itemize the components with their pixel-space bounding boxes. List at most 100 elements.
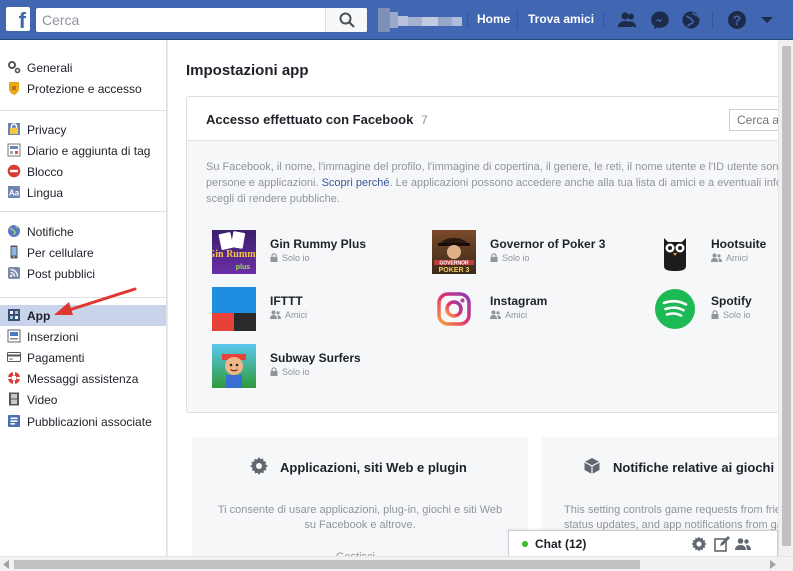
messenger-icon[interactable] [650,10,670,30]
horizontal-scroll-thumb[interactable] [14,560,640,569]
vertical-scrollbar[interactable] [778,40,793,556]
sidebar-item-pubblicazioni-associate[interactable]: Pubblicazioni associate [0,411,166,432]
search-input[interactable] [36,8,326,32]
top-bar: f Home Trova amici [0,0,793,40]
gear-icon [250,457,268,475]
privacy-label: Solo io [282,253,310,263]
find-friends-link[interactable]: Trova amici [528,12,594,26]
app-item-spotify[interactable]: Spotify Solo io [653,287,785,333]
scroll-right-arrow-icon[interactable] [768,560,776,569]
ads-icon [7,329,21,343]
app-item-subway-surfers[interactable]: Subway Surfers Solo io [212,344,432,390]
linked-icon [8,415,20,427]
description-line: su Facebook e altrove. [304,519,416,531]
privacy-label: Solo io [723,310,751,320]
friends-icon [490,310,501,319]
learn-why-link[interactable]: Scopri perché [322,177,390,189]
lock-icon [490,253,498,262]
privacy-label: Solo io [282,367,310,377]
film-icon [9,392,19,406]
app-privacy: Solo io [711,310,751,320]
panel-description: This setting controls game requests from… [564,503,793,533]
app-name: IFTTT [270,294,303,308]
sidebar-item-post-pubblici[interactable]: Post pubblici [0,263,166,284]
vertical-scroll-thumb[interactable] [782,46,791,546]
sidebar-item-cellulare[interactable]: Per cellulare [0,242,166,263]
lifebuoy-icon [8,372,20,384]
app-item-hootsuite[interactable]: Hootsuite Amici [653,230,785,276]
sidebar-item-notifiche[interactable]: Notifiche [0,221,166,242]
sidebar-item-lingua[interactable]: Aa Lingua [0,182,166,203]
page-title: Impostazioni app [186,62,309,79]
friends-icon [270,310,281,319]
profile-avatar-blurred[interactable] [378,8,462,32]
help-icon[interactable]: ? [727,10,747,30]
search-icon [339,12,355,28]
privacy-label: Amici [285,310,307,320]
block-icon [7,164,21,178]
sidebar-item-inserzioni[interactable]: Inserzioni [0,326,166,347]
sidebar-item-label: Privacy [27,123,67,137]
svg-text:POKER 3: POKER 3 [439,267,470,274]
facebook-login-apps-card: Accesso effettuato con Facebook 7 Su Fac… [186,96,786,413]
app-name: Governor of Poker 3 [490,237,606,251]
app-name: Spotify [711,294,752,308]
home-link[interactable]: Home [477,12,510,26]
sidebar-item-video[interactable]: Video [0,389,166,410]
description-line: Su Facebook, il nome, l'immagine del pro… [206,161,781,173]
sidebar-item-label: Messaggi assistenza [27,372,139,386]
description-line: scegli di rendere pubbliche. [206,193,340,205]
lock-icon [8,123,20,135]
svg-text:Aa: Aa [9,189,20,198]
app-item-instagram[interactable]: Instagram Amici [432,287,652,333]
sidebar-item-pagamenti[interactable]: Pagamenti [0,347,166,368]
sidebar-item-label: Blocco [27,165,64,179]
svg-text:GOVERNOR: GOVERNOR [439,261,469,267]
panel-description: Ti consente di usare applicazioni, plug-… [192,503,528,533]
facebook-logo-icon[interactable]: f [6,7,30,31]
app-item-governor-of-poker-3[interactable]: GOVERNOR POKER 3 Governor of Poker 3 Sol… [432,230,652,276]
friends-icon [711,253,722,262]
settings-icon[interactable] [691,536,707,552]
app-name: Subway Surfers [270,351,361,365]
sidebar-item-label: Post pubblici [27,267,96,281]
app-item-ifttt[interactable]: IFTTT Amici [212,287,432,333]
card-description: Su Facebook, il nome, l'immagine del pro… [206,159,781,207]
sidebar-item-protezione[interactable]: Protezione e accesso [0,78,166,99]
apps-icon [8,309,20,321]
sidebar-item-label: Pagamenti [27,351,85,365]
facebook-window: f Home Trova amici [0,0,793,571]
app-name: Instagram [490,294,548,308]
sidebar-group-1: Generali Protezione e accesso [0,40,167,111]
sidebar-item-label: Protezione e accesso [27,82,142,96]
scroll-left-arrow-icon[interactable] [3,560,11,569]
sidebar-item-label: Notifiche [27,225,74,239]
compose-icon[interactable] [714,536,730,552]
svg-text:?: ? [733,12,742,28]
sidebar-item-diario[interactable]: Diario e aggiunta di tag [0,140,166,161]
gear-icon [8,61,21,74]
notifications-globe-icon[interactable] [681,10,701,30]
caret-down-icon[interactable] [757,10,777,30]
description-text: . Le applicazioni possono accedere anche… [389,177,781,189]
sidebar-item-messaggi-assistenza[interactable]: Messaggi assistenza [0,368,166,389]
divider [517,11,518,29]
sidebar-item-privacy[interactable]: Privacy [0,119,166,140]
search-button[interactable] [325,8,367,32]
horizontal-scrollbar[interactable] [0,556,793,571]
chat-bar[interactable]: Chat (12) [508,530,778,556]
search-box [36,8,367,32]
instagram-logo-icon [432,287,476,331]
divider [467,11,468,29]
shield-icon [9,82,19,95]
sidebar-item-generali[interactable]: Generali [0,57,166,78]
main-content: Impostazioni app Accesso effettuato con … [168,40,793,567]
description-line: persone e applicazioni. Scopri perché. L… [206,175,781,191]
governor-of-poker-logo-icon: GOVERNOR POKER 3 [432,230,476,274]
group-icon[interactable] [735,536,751,552]
friend-requests-icon[interactable] [617,10,637,30]
app-item-gin-rummy-plus[interactable]: Gin Rummy plus Gin Rummy Plus Solo io [212,230,432,276]
sidebar-item-label: Generali [27,61,73,75]
sidebar-item-blocco[interactable]: Blocco [0,161,166,182]
subway-surfers-logo-icon [212,344,256,388]
